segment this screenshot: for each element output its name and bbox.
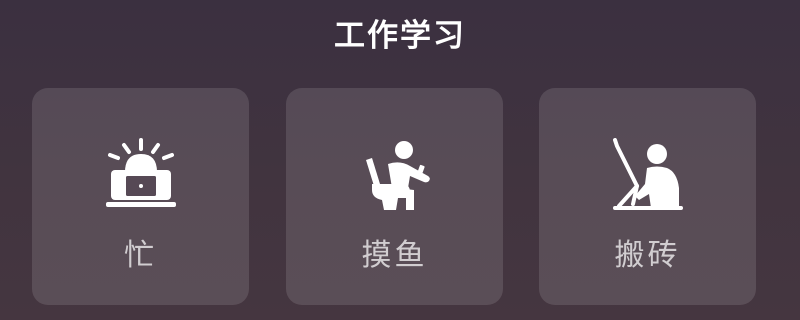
- status-card-busy[interactable]: 忙: [32, 88, 249, 305]
- card-label-working: 搬砖: [614, 238, 681, 273]
- status-card-working[interactable]: 搬砖: [539, 88, 756, 305]
- busy-alarm-laptop-icon: [104, 138, 178, 212]
- card-label-busy: 忙: [124, 238, 157, 273]
- status-card-slacking[interactable]: 摸鱼: [286, 88, 503, 305]
- card-label-slacking: 摸鱼: [361, 238, 428, 273]
- section-title: 工作学习: [334, 18, 466, 54]
- slacking-toilet-phone-icon: [358, 138, 432, 212]
- working-person-desk-icon: [611, 138, 685, 212]
